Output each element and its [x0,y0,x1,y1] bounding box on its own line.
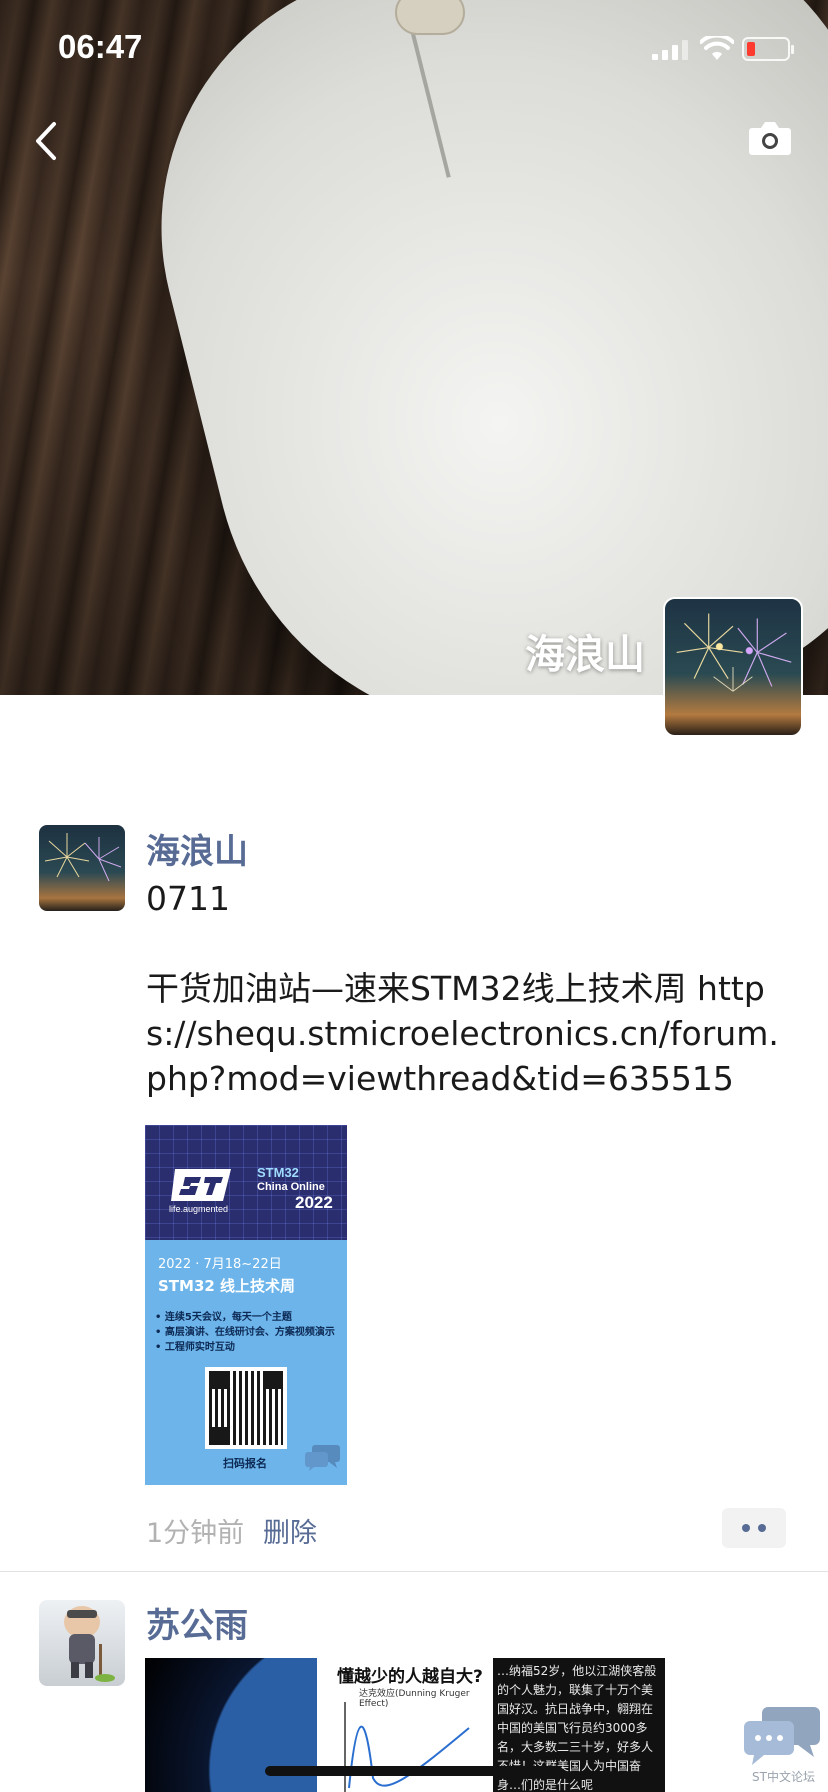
poster-scan-label: 扫码报名 [223,1457,267,1470]
status-bar: 06:47 [0,0,828,100]
old-man-avatar-icon [64,1606,115,1682]
dot-icon [758,1524,766,1532]
post-text[interactable]: 0711 干货加油站—速来STM32线上技术周 https://shequ.st… [146,876,796,1101]
stm-subtitle: China Online [257,1181,325,1193]
camera-icon[interactable] [748,120,792,156]
delete-link[interactable]: 删除 [263,1511,317,1550]
status-time: 06:47 [58,28,143,65]
wifi-icon [700,36,734,60]
post-author-name[interactable]: 苏公雨 [146,1598,248,1647]
fireworks-icon [676,613,792,692]
chat-bubble-icon [305,1445,340,1471]
floating-label: ST中文论坛 [752,1770,815,1784]
poster-bullet: • 高层演讲、在线研讨会、方案视频演示 [155,1327,335,1338]
cover-photo[interactable]: 06:47 海浪山 [0,0,828,695]
poster-header: life.augmented STM32 China Online 2022 [145,1125,347,1240]
st-logo-icon [171,1169,231,1201]
owner-avatar[interactable] [663,597,803,737]
battery-level [747,42,755,56]
more-actions-button[interactable] [722,1508,786,1548]
owner-name[interactable]: 海浪山 [525,622,645,680]
poster-event: STM32 线上技术周 [158,1277,296,1295]
post-avatar[interactable] [39,1600,125,1686]
poster-date: 2022 · 7月18~22日 [158,1257,282,1272]
chat-bubble-icon[interactable] [742,1705,822,1767]
curve-graph-icon [344,1702,470,1792]
post-image[interactable]: life.augmented STM32 China Online 2022 2… [145,1125,347,1485]
post-author-name[interactable]: 海浪山 [146,824,248,873]
qr-code [205,1367,287,1449]
poster-bullet: • 连续5天会议，每天一个主题 [155,1312,292,1323]
signal-icon [652,40,688,60]
image-title: 懂越少的人越自大? [337,1667,483,1687]
st-tagline: life.augmented [169,1204,229,1214]
post-divider [0,1571,828,1572]
chevron-left-icon[interactable] [28,118,64,164]
poster-bullets: • 连续5天会议，每天一个主题 • 高层演讲、在线研讨会、方案视频演示 • 工程… [155,1310,345,1355]
battery-icon [742,37,794,61]
stm-title: STM32 [257,1165,299,1180]
dot-icon [742,1524,750,1532]
stm-year: 2022 [295,1193,333,1212]
fireworks-icon [44,833,122,882]
post-time: 1分钟前 [146,1518,245,1549]
home-indicator[interactable] [265,1766,563,1776]
poster-bullet: • 工程师实时互动 [155,1342,235,1353]
post-avatar[interactable] [39,825,125,911]
